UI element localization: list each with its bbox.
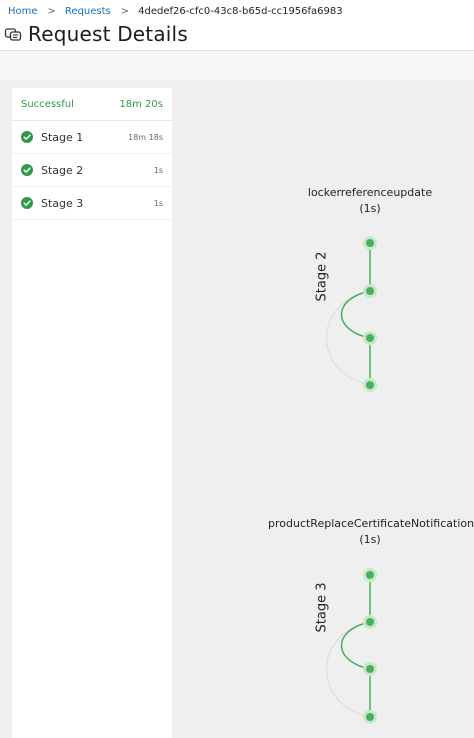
- breadcrumb-home-link[interactable]: Home: [8, 6, 38, 17]
- check-circle-icon: [21, 164, 33, 176]
- stage-item[interactable]: Stage 2 1s: [12, 154, 172, 187]
- start-node[interactable]: [366, 571, 374, 579]
- workflow-graph: lockerreferenceupdate (1s) Stage 2 produ…: [172, 80, 474, 738]
- stage-duration: 1s: [153, 198, 163, 208]
- page-title: Request Details: [28, 22, 188, 46]
- start-node[interactable]: [366, 239, 374, 247]
- request-icon: [4, 28, 22, 41]
- end-node[interactable]: [366, 713, 374, 721]
- end-node[interactable]: [366, 381, 374, 389]
- breadcrumb: Home > Requests > 4dedef26-cfc0-43c8-b65…: [8, 3, 343, 19]
- step-node[interactable]: [366, 287, 374, 295]
- main-content: Successful 18m 20s Stage 1 18m 18s Stage…: [0, 80, 474, 738]
- stage-duration: 1s: [153, 165, 163, 175]
- stage-vertical-label: Stage 2: [314, 251, 330, 302]
- step-node[interactable]: [366, 665, 374, 673]
- breadcrumb-requests-link[interactable]: Requests: [65, 6, 111, 17]
- status-label: Successful: [21, 98, 74, 110]
- stage-graph-group: [325, 568, 377, 724]
- stage-list-panel: Successful 18m 20s Stage 1 18m 18s Stage…: [12, 88, 172, 738]
- page-header: Request Details: [4, 20, 188, 48]
- breadcrumb-current: 4dedef26-cfc0-43c8-b65d-cc1956fa6983: [138, 5, 343, 17]
- stage-label: Stage 2: [41, 163, 84, 177]
- step-duration-label: (1s): [359, 533, 381, 546]
- stage-item[interactable]: Stage 3 1s: [12, 187, 172, 220]
- status-summary: Successful 18m 20s: [12, 88, 172, 121]
- stage-vertical-label: Stage 3: [314, 582, 330, 633]
- step-node[interactable]: [366, 334, 374, 342]
- step-name-label: lockerreferenceupdate: [307, 186, 433, 199]
- stage-item[interactable]: Stage 1 18m 18s: [12, 121, 172, 154]
- chevron-right-icon: >: [47, 5, 56, 17]
- step-duration-label: (1s): [359, 202, 381, 215]
- toolbar: [0, 51, 474, 80]
- total-duration: 18m 20s: [119, 98, 163, 110]
- step-name-label: productReplaceCertificateNotification: [268, 517, 474, 530]
- stage-label: Stage 3: [41, 196, 84, 210]
- check-circle-icon: [21, 131, 33, 143]
- stage-label: Stage 1: [41, 130, 84, 144]
- step-node[interactable]: [366, 618, 374, 626]
- flow-edge: [340, 290, 371, 339]
- check-circle-icon: [21, 197, 33, 209]
- chevron-right-icon: >: [120, 5, 130, 17]
- stage-graph-group: [325, 236, 377, 392]
- flow-edge: [340, 621, 371, 670]
- workflow-graph-canvas: [325, 236, 377, 724]
- stage-duration: 18m 18s: [128, 132, 163, 142]
